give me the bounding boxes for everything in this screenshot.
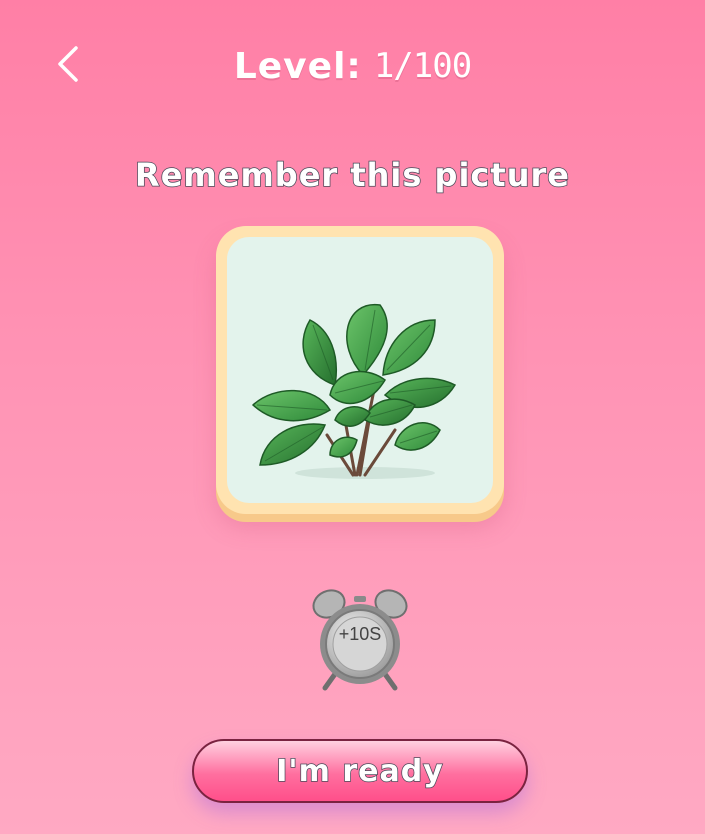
- basil-plant-illustration: [251, 304, 457, 479]
- picture-card: [216, 226, 504, 514]
- ready-button[interactable]: I'm ready: [192, 739, 528, 803]
- level-value: 1/100: [373, 46, 472, 86]
- level-indicator: Level: 1/100: [0, 38, 705, 94]
- time-bonus-button[interactable]: +10S: [309, 586, 411, 692]
- time-bonus-label: +10S: [338, 624, 382, 644]
- level-label: Level:: [233, 45, 362, 87]
- ready-button-label: I'm ready: [276, 753, 444, 790]
- instruction-text: Remember this picture: [134, 155, 570, 195]
- picture-card-inner: [227, 237, 493, 503]
